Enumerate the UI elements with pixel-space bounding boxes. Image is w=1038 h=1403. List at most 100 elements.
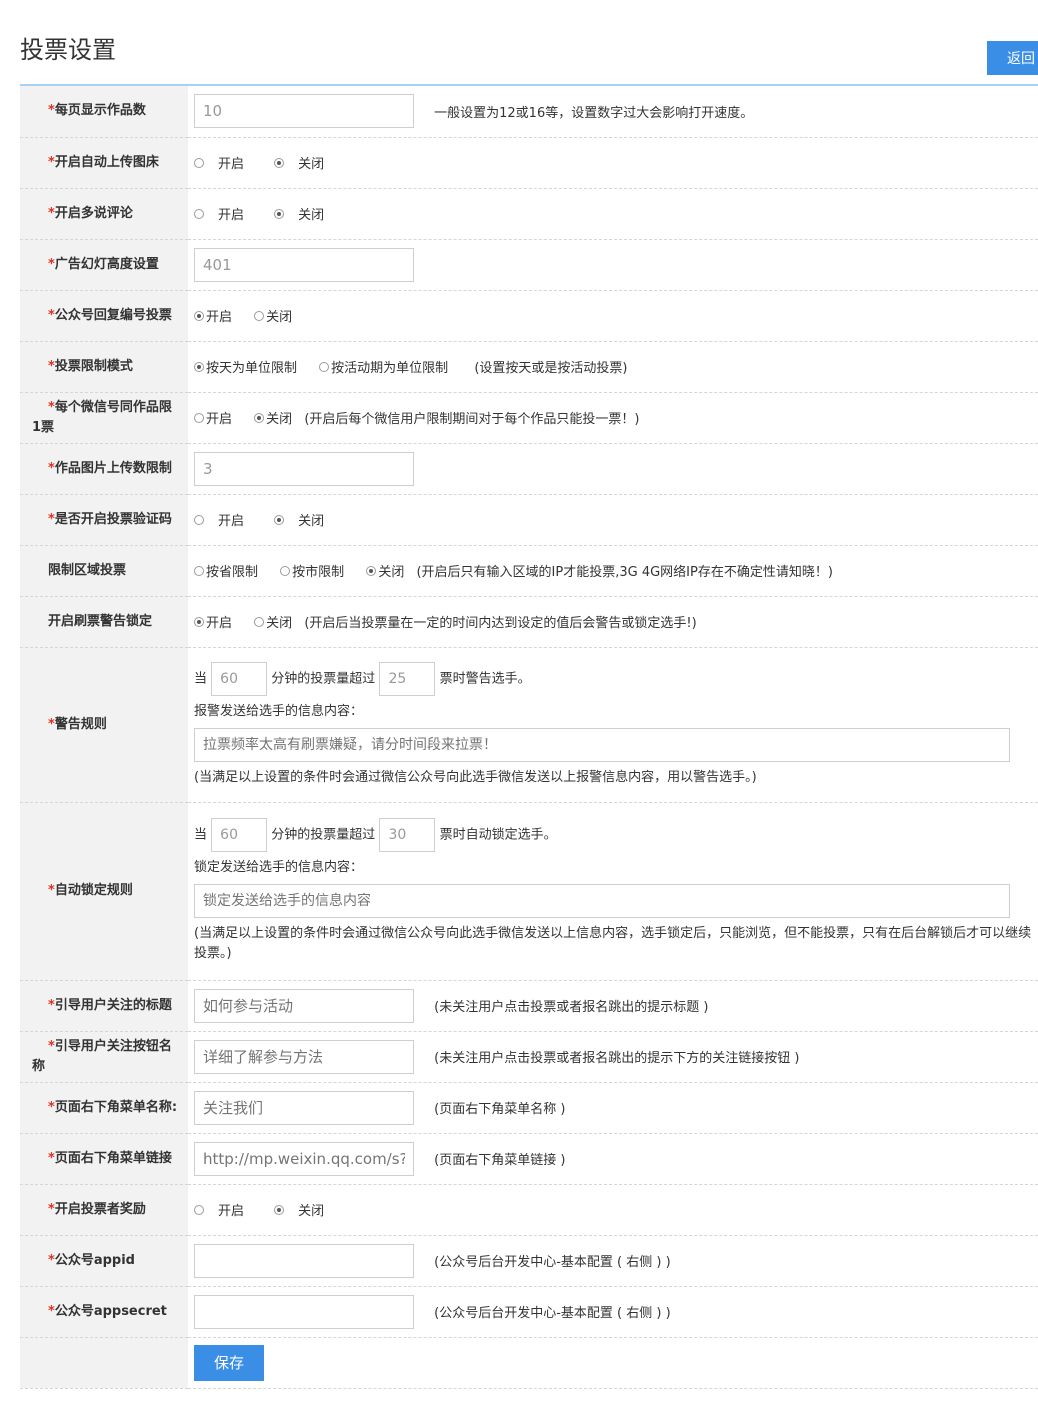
radio-label: 关闭	[266, 310, 293, 325]
row-appid: *公众号appid (公众号后台开发中心-基本配置 ( 右侧 ) )	[20, 1235, 1038, 1287]
lock-message-input[interactable]	[194, 884, 1010, 918]
warn-message-input[interactable]	[194, 727, 1010, 762]
message-label: 锁定发送给选手的信息内容：	[194, 860, 364, 875]
row-captcha: *是否开启投票验证码 开启 关闭	[20, 494, 1038, 546]
field-label: *页面右下角菜单名称:	[20, 1082, 188, 1134]
field-label: 限制区域投票	[20, 545, 188, 597]
field-label: *警告规则	[20, 647, 188, 803]
settings-form: *每页显示作品数 一般设置为12或16等，设置数字过大会影响打开速度。 *开启自…	[20, 86, 1038, 1389]
radio-label: 关闭	[266, 412, 293, 427]
limit-by-period-radio[interactable]	[319, 361, 330, 372]
appsecret-input[interactable]	[194, 1294, 414, 1329]
back-button[interactable]: 返回	[987, 41, 1038, 75]
field-hint: 一般设置为12或16等，设置数字过大会影响打开速度。	[434, 105, 754, 121]
region-city-radio[interactable]	[280, 565, 291, 576]
row-menu-link: *页面右下角菜单链接 (页面右下角菜单链接 )	[20, 1133, 1038, 1185]
brush-lock-off-radio[interactable]	[254, 616, 265, 627]
row-duoshuo: *开启多说评论 开启 关闭	[20, 188, 1038, 240]
warn-votes-input[interactable]	[379, 661, 436, 696]
radio-label: 按省限制	[206, 565, 259, 580]
one-per-work-on-radio[interactable]	[194, 412, 204, 423]
voter-reward-on-radio[interactable]	[194, 1204, 204, 1215]
field-hint: (公众号后台开发中心-基本配置 ( 右侧 ) )	[434, 1306, 671, 1321]
field-hint: (开启后当投票量在一定的时间内达到设定的值后会警告或锁定选手!)	[304, 616, 697, 631]
lock-votes-input[interactable]	[379, 818, 436, 852]
field-label: *公众号appsecret	[20, 1286, 188, 1338]
field-label: *开启多说评论	[20, 188, 188, 240]
row-voter-reward: *开启投票者奖励 开启 关闭	[20, 1184, 1038, 1236]
captcha-on-radio[interactable]	[194, 514, 204, 525]
field-hint: (公众号后台开发中心-基本配置 ( 右侧 ) )	[434, 1255, 671, 1270]
radio-label: 开启	[206, 616, 233, 631]
field-label: *广告幻灯高度设置	[20, 239, 188, 291]
voter-reward-off-radio[interactable]	[274, 1204, 285, 1215]
field-label	[20, 1337, 188, 1389]
field-hint: (设置按天或是按活动投票)	[474, 361, 628, 376]
radio-label: 开启	[206, 412, 233, 427]
field-label: *是否开启投票验证码	[20, 494, 188, 546]
follow-title-input[interactable]	[194, 988, 414, 1023]
menu-name-input[interactable]	[194, 1090, 414, 1125]
radio-label: 开启	[218, 514, 245, 529]
radio-label: 关闭	[298, 157, 325, 172]
radio-label: 按天为单位限制	[206, 361, 298, 376]
save-button[interactable]: 保存	[194, 1344, 264, 1381]
row-appsecret: *公众号appsecret (公众号后台开发中心-基本配置 ( 右侧 ) )	[20, 1286, 1038, 1338]
row-save: 保存	[20, 1337, 1038, 1389]
row-region: 限制区域投票 按省限制 按市限制 关闭 (开启后只有输入区域的IP才能投票,3G…	[20, 545, 1038, 597]
row-warn-rule: *警告规则 当 分钟的投票量超过 票时警告选手。 报警发送给选手的信息内容： (…	[20, 647, 1038, 803]
brush-lock-on-radio[interactable]	[194, 616, 204, 627]
row-one-per-work: *每个微信号同作品限1票 开启 关闭 (开启后每个微信用户限制期间对于每个作品只…	[20, 392, 1038, 444]
field-label: *投票限制模式	[20, 341, 188, 393]
radio-label: 开启	[218, 157, 245, 172]
page-title: 投票设置	[20, 36, 116, 64]
field-label: *引导用户关注的标题	[20, 980, 188, 1032]
row-image-limit: *作品图片上传数限制	[20, 443, 1038, 495]
radio-label: 关闭	[378, 565, 405, 580]
field-hint: (页面右下角菜单链接 )	[434, 1153, 566, 1168]
radio-label: 关闭	[298, 1204, 325, 1219]
ad-height-input[interactable]	[194, 247, 414, 282]
rule-note: (当满足以上设置的条件时会通过微信公众号向此选手微信发送以上报警信息内容，用以警…	[194, 769, 757, 785]
rule-text: 分钟的投票量超过	[271, 671, 376, 686]
field-label: *公众号appid	[20, 1235, 188, 1287]
radio-label: 开启	[218, 208, 245, 223]
radio-label: 关闭	[298, 514, 325, 529]
field-hint: (开启后每个微信用户限制期间对于每个作品只能投一票！)	[304, 412, 640, 427]
one-per-work-off-radio[interactable]	[254, 412, 265, 423]
appid-input[interactable]	[194, 1243, 414, 1278]
radio-label: 按活动期为单位限制	[331, 361, 449, 376]
rule-text: 票时警告选手。	[439, 671, 531, 686]
mp-reply-on-radio[interactable]	[194, 310, 204, 321]
limit-by-day-radio[interactable]	[194, 361, 204, 372]
field-label: *公众号回复编号投票	[20, 290, 188, 342]
duoshuo-off-radio[interactable]	[274, 208, 285, 219]
mp-reply-off-radio[interactable]	[254, 310, 265, 321]
menu-link-input[interactable]	[194, 1141, 414, 1176]
captcha-off-radio[interactable]	[274, 514, 285, 525]
per-page-input[interactable]	[194, 94, 414, 129]
row-lock-rule: *自动锁定规则 当 分钟的投票量超过 票时自动锁定选手。 锁定发送给选手的信息内…	[20, 802, 1038, 981]
row-auto-upload: *开启自动上传图床 开启 关闭	[20, 137, 1038, 189]
rule-text: 当	[194, 827, 208, 843]
image-limit-input[interactable]	[194, 451, 414, 486]
row-follow-title: *引导用户关注的标题 (未关注用户点击投票或者报名跳出的提示标题 )	[20, 980, 1038, 1032]
auto-upload-off-radio[interactable]	[274, 157, 285, 168]
field-hint: (页面右下角菜单名称 )	[434, 1102, 566, 1117]
region-province-radio[interactable]	[194, 565, 204, 576]
lock-minutes-input[interactable]	[211, 818, 268, 852]
field-label: *每个微信号同作品限1票	[20, 392, 188, 444]
row-menu-name: *页面右下角菜单名称: (页面右下角菜单名称 )	[20, 1082, 1038, 1134]
row-vote-limit-mode: *投票限制模式 按天为单位限制 按活动期为单位限制 (设置按天或是按活动投票)	[20, 341, 1038, 393]
duoshuo-on-radio[interactable]	[194, 208, 204, 219]
region-off-radio[interactable]	[366, 565, 377, 576]
radio-label: 开启	[218, 1204, 245, 1219]
auto-upload-on-radio[interactable]	[194, 157, 204, 168]
field-label: *开启自动上传图床	[20, 137, 188, 189]
warn-minutes-input[interactable]	[211, 661, 268, 696]
field-label: 开启刷票警告锁定	[20, 596, 188, 648]
field-hint: (未关注用户点击投票或者报名跳出的提示标题 )	[434, 1000, 709, 1015]
follow-button-input[interactable]	[194, 1039, 414, 1074]
radio-label: 关闭	[266, 616, 293, 631]
field-label: *每页显示作品数	[20, 86, 188, 138]
